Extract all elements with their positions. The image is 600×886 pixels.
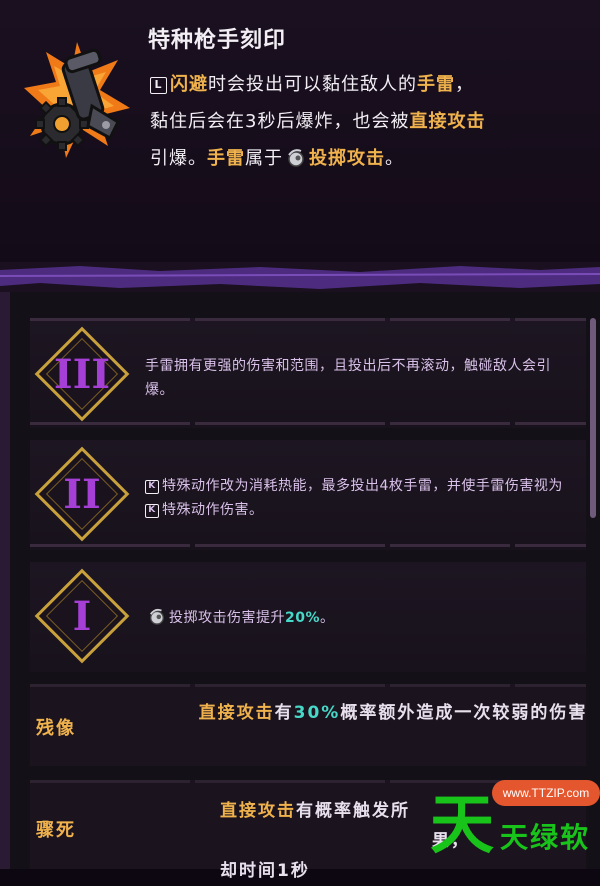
upgrade-description: 投掷攻击伤害提升20%。 — [145, 606, 565, 633]
row-separator — [30, 422, 586, 425]
upgrade-description: 手雷拥有更强的伤害和范围，且投出后不再滚动，触碰敌人会引爆。 — [145, 358, 551, 398]
trait-row-afterimage[interactable]: 残像 直接攻击有30%概率额外造成一次较弱的伤害 — [30, 684, 586, 766]
grenade-launcher-emblem-icon — [24, 42, 130, 158]
upgrade-row-1[interactable]: I 投掷攻击伤害提升20%。 — [30, 562, 586, 672]
watermark-logo: 天 — [430, 789, 494, 863]
rank-badge-2: II — [34, 446, 130, 542]
desc-text: 属于 — [245, 148, 283, 169]
watermark-text: 天绿软 — [500, 821, 591, 854]
rank-numeral: II — [63, 471, 100, 518]
keyword-dodge: 闪避 — [170, 74, 208, 95]
upgrade-description: K 特殊动作改为消耗热能，最多投出4枚手雷，并使手雷伤害视为K 特殊动作伤害。 — [145, 474, 565, 522]
desc-text: 引爆。 — [150, 148, 207, 169]
keyword-direct-attack: 直接攻击 — [409, 111, 486, 132]
rank-numeral: I — [73, 593, 92, 640]
row-separator — [30, 544, 586, 547]
keyword-grenade: 手雷 — [417, 74, 455, 95]
trait-text: 有 — [274, 703, 294, 723]
row-separator — [30, 684, 586, 687]
desc-text: 黏住后会在3秒后爆炸，也会被 — [150, 111, 410, 132]
site-watermark: 天 www.TTZIP.com 天绿软 — [430, 780, 600, 869]
trait-name: 残像 — [36, 718, 76, 739]
trait-text: 却时间1秒 — [220, 861, 310, 881]
upgrade-text: 投掷攻击伤害提升 — [169, 610, 285, 626]
trait-description: 直接攻击有30%概率额外造成一次较弱的伤害 — [198, 698, 588, 728]
throw-attack-icon — [286, 143, 306, 180]
upgrade-row-2[interactable]: II K 特殊动作改为消耗热能，最多投出4枚手雷，并使手雷伤害视为K 特殊动作伤害。 — [30, 440, 586, 550]
list-scrollbar[interactable] — [590, 318, 596, 518]
left-frame — [0, 292, 10, 869]
upgrade-text: 特殊动作改为消耗热能，最多投出4枚手雷，并使手雷伤害视为 — [162, 478, 563, 494]
upgrade-row-3[interactable]: III 手雷拥有更强的伤害和范围，且投出后不再滚动，触碰敌人会引爆。 — [30, 318, 586, 428]
upgrade-text: 。 — [320, 610, 335, 626]
desc-text: 。 — [385, 148, 404, 169]
trait-value: 30% — [293, 703, 341, 723]
rank-badge-1: I — [34, 568, 130, 664]
trait-text: 概率额外造成一次较弱的伤害 — [340, 703, 588, 723]
trait-text: 有概率触发所 — [296, 801, 410, 821]
trait-description: 直接攻击有概率触发所 果，却时间1秒 — [220, 796, 468, 886]
desc-text: ， — [455, 74, 474, 95]
trait-name: 骤死 — [36, 820, 76, 841]
keyword-grenade: 手雷 — [207, 148, 245, 169]
section-divider — [0, 262, 600, 292]
keyword-throw-attack: 投掷攻击 — [309, 148, 385, 169]
throw-attack-icon — [148, 607, 166, 633]
keyword-direct-attack: 直接攻击 — [220, 801, 296, 821]
key-k-icon: K — [145, 504, 159, 518]
key-l-icon: L — [150, 77, 167, 94]
card-title: 特种枪手刻印 — [148, 28, 287, 53]
upgrade-text: 特殊动作伤害。 — [162, 502, 264, 518]
desc-text: 时会投出可以黏住敌人的 — [208, 74, 417, 95]
card-description: L 闪避时会投出可以黏住敌人的手雷， 黏住后会在3秒后爆炸，也会被直接攻击 引爆。… — [150, 66, 590, 180]
row-separator — [30, 318, 586, 321]
upgrade-value: 20% — [285, 610, 321, 626]
watermark-url: www.TTZIP.com — [492, 780, 600, 806]
card-header: 特种枪手刻印 L 闪避时会投出可以黏住敌人的手雷， 黏住后会在3秒后爆炸，也会被直… — [0, 0, 600, 262]
keyword-direct-attack: 直接攻击 — [198, 703, 275, 723]
rank-numeral: III — [54, 351, 110, 398]
key-k-icon: K — [145, 480, 159, 494]
rank-badge-3: III — [34, 326, 130, 422]
